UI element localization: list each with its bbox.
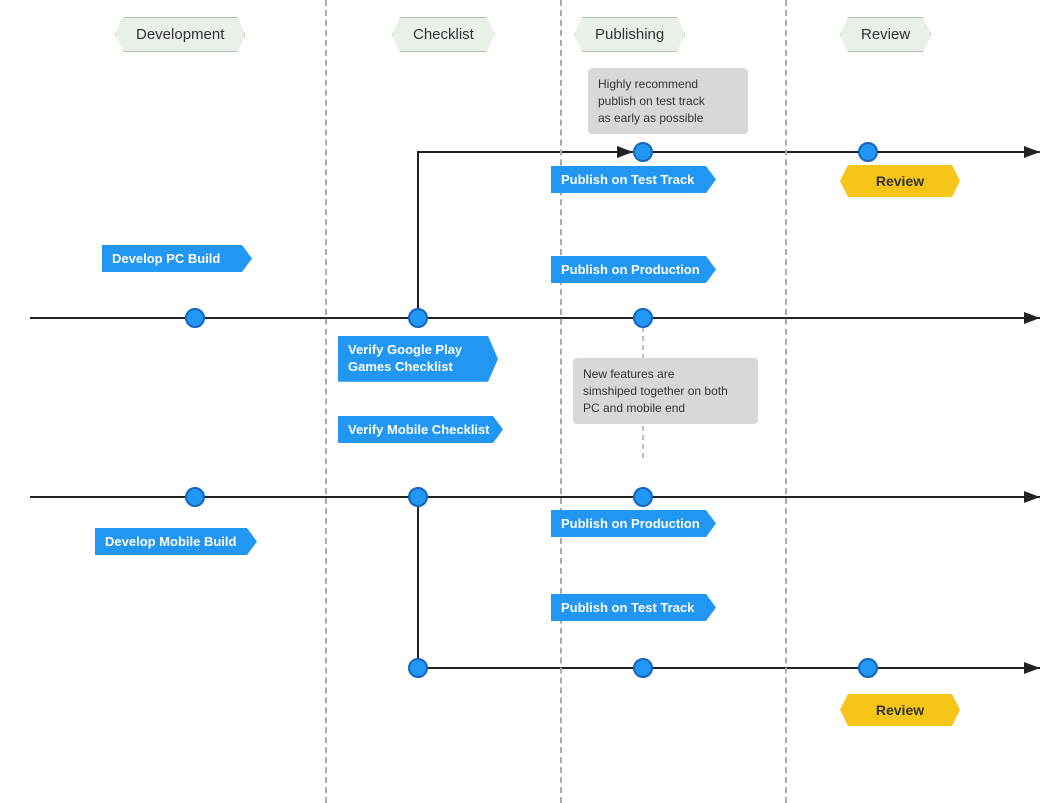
divider-2	[560, 0, 562, 803]
label-review-top: Review	[840, 165, 960, 197]
label-verify-mobile: Verify Mobile Checklist	[338, 416, 503, 443]
label-publish-production-bottom: Publish on Production	[551, 510, 716, 537]
label-publish-production-top: Publish on Production	[551, 256, 716, 283]
label-develop-pc: Develop PC Build	[102, 245, 252, 272]
label-publish-test-track-top: Publish on Test Track	[551, 166, 716, 193]
header-publishing: Publishing	[574, 17, 685, 52]
label-develop-mobile: Develop Mobile Build	[95, 528, 257, 555]
node-n9	[408, 658, 428, 678]
node-n2	[408, 308, 428, 328]
label-verify-google-play: Verify Google PlayGames Checklist	[338, 336, 498, 382]
node-n6	[185, 487, 205, 507]
divider-3	[785, 0, 787, 803]
note-simship: New features aresimshiped together on bo…	[573, 358, 758, 424]
header-review: Review	[840, 17, 931, 52]
node-n5	[858, 142, 878, 162]
divider-1	[325, 0, 327, 803]
node-n3	[633, 308, 653, 328]
note-recommend: Highly recommendpublish on test trackas …	[588, 68, 748, 134]
node-n11	[858, 658, 878, 678]
header-checklist: Checklist	[392, 17, 495, 52]
node-n10	[633, 658, 653, 678]
label-review-bottom: Review	[840, 694, 960, 726]
node-n7	[408, 487, 428, 507]
label-publish-test-track-bottom: Publish on Test Track	[551, 594, 716, 621]
header-development: Development	[115, 17, 245, 52]
node-n8	[633, 487, 653, 507]
node-n4	[633, 142, 653, 162]
node-n1	[185, 308, 205, 328]
diagram: Development Checklist Publishing Review …	[0, 0, 1057, 803]
